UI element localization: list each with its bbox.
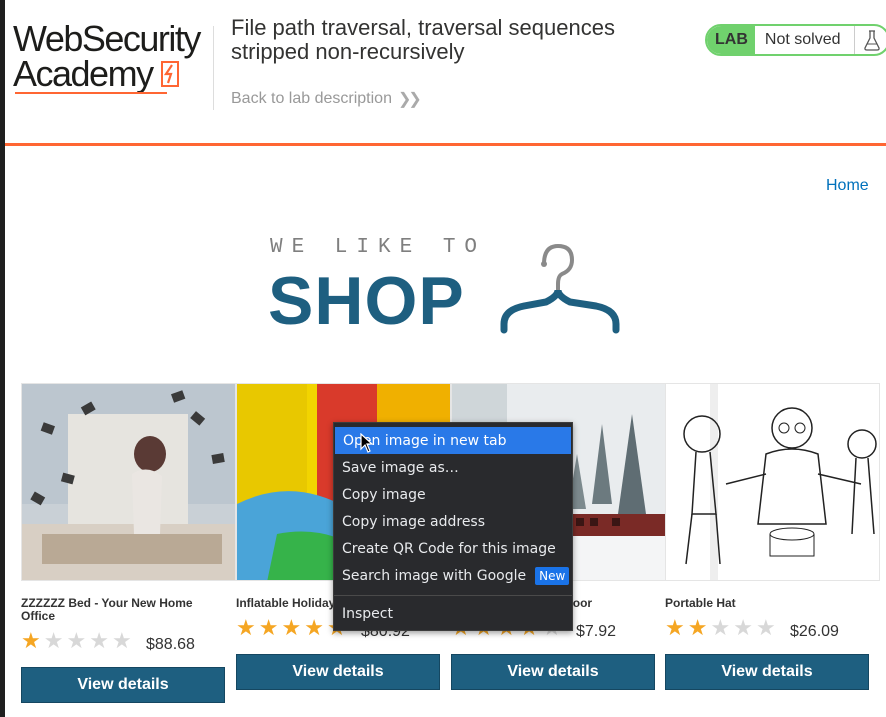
ctx-copy-image-address[interactable]: Copy image address bbox=[334, 508, 572, 535]
ctx-search-image-google[interactable]: Search image with Google New bbox=[334, 562, 572, 589]
ctx-save-image-as[interactable]: Save image as… bbox=[334, 454, 572, 481]
lab-title: File path traversal, traversal sequences… bbox=[231, 15, 615, 64]
shop-logo-tagline: WE LIKE TO bbox=[270, 236, 487, 259]
ctx-search-label: Search image with Google bbox=[342, 567, 527, 584]
logo-underline bbox=[15, 92, 167, 94]
flask-icon bbox=[854, 26, 886, 54]
view-details-button[interactable]: View details bbox=[451, 654, 655, 690]
product-price: $26.09 bbox=[790, 623, 839, 640]
logo-line2: Academy bbox=[13, 56, 213, 92]
image-context-menu: Open image in new tab Save image as… Cop… bbox=[333, 422, 573, 631]
ctx-create-qr-code[interactable]: Create QR Code for this image bbox=[334, 535, 572, 562]
star-empty-icon: ★ bbox=[89, 628, 109, 653]
product-price: $7.92 bbox=[576, 623, 617, 640]
mouse-cursor-icon bbox=[360, 433, 374, 453]
view-details-button[interactable]: View details bbox=[21, 667, 225, 703]
back-to-lab-description-link[interactable]: Back to lab description ❯❯ bbox=[231, 89, 422, 109]
star-filled-icon: ★ bbox=[258, 615, 279, 640]
page: WebSecurity Academy File path traversal,… bbox=[0, 0, 886, 717]
header-orange-rule bbox=[5, 143, 886, 146]
logo-line2-text: Academy bbox=[13, 53, 154, 94]
view-details-button[interactable]: View details bbox=[665, 654, 869, 690]
logo-bolt-icon bbox=[160, 61, 179, 87]
star-empty-icon: ★ bbox=[66, 628, 87, 653]
lab-status-tag: LAB bbox=[707, 26, 755, 54]
header-divider bbox=[213, 26, 214, 110]
back-link-label: Back to lab description bbox=[231, 90, 392, 107]
logo-line1: WebSecurity bbox=[13, 18, 201, 59]
coat-hanger-icon bbox=[500, 243, 620, 334]
star-empty-icon: ★ bbox=[43, 628, 64, 653]
double-chevron-right-icon: ❯❯ bbox=[397, 91, 422, 108]
star-filled-icon: ★ bbox=[281, 615, 302, 640]
star-filled-icon: ★ bbox=[236, 615, 256, 640]
we-like-to-shop-logo: WE LIKE TO SHOP bbox=[268, 234, 628, 339]
lab-status-text: Not solved bbox=[764, 31, 841, 48]
ctx-separator bbox=[334, 595, 572, 596]
ctx-copy-image[interactable]: Copy image bbox=[334, 481, 572, 508]
star-empty-icon: ★ bbox=[111, 628, 132, 653]
shop-logo-word: SHOP bbox=[268, 263, 465, 339]
lab-header: WebSecurity Academy File path traversal,… bbox=[0, 0, 886, 148]
ctx-inspect[interactable]: Inspect bbox=[334, 600, 572, 627]
product-price: $88.68 bbox=[146, 636, 195, 653]
web-security-academy-logo[interactable]: WebSecurity Academy bbox=[13, 18, 213, 94]
star-filled-icon: ★ bbox=[304, 615, 324, 640]
product-rating: ★★★★★ bbox=[236, 617, 347, 639]
star-empty-icon: ★ bbox=[710, 615, 731, 640]
star-empty-icon: ★ bbox=[733, 615, 753, 640]
star-filled-icon: ★ bbox=[687, 615, 708, 640]
star-empty-icon: ★ bbox=[755, 615, 776, 640]
product-rating: ★★★★★ bbox=[21, 630, 132, 652]
product-name: ZZZZZZ Bed - Your New Home Office bbox=[21, 596, 193, 623]
star-filled-icon: ★ bbox=[665, 615, 685, 640]
new-badge: New bbox=[535, 566, 570, 585]
star-filled-icon: ★ bbox=[21, 628, 41, 653]
product-name: Portable Hat bbox=[665, 596, 736, 610]
product-rating: ★★★★★ bbox=[665, 617, 776, 639]
product-image[interactable] bbox=[21, 383, 236, 581]
product-image[interactable] bbox=[665, 383, 880, 581]
home-link[interactable]: Home bbox=[826, 177, 869, 195]
lab-status-widget: LAB Not solved bbox=[705, 24, 886, 56]
view-details-button[interactable]: View details bbox=[236, 654, 440, 690]
